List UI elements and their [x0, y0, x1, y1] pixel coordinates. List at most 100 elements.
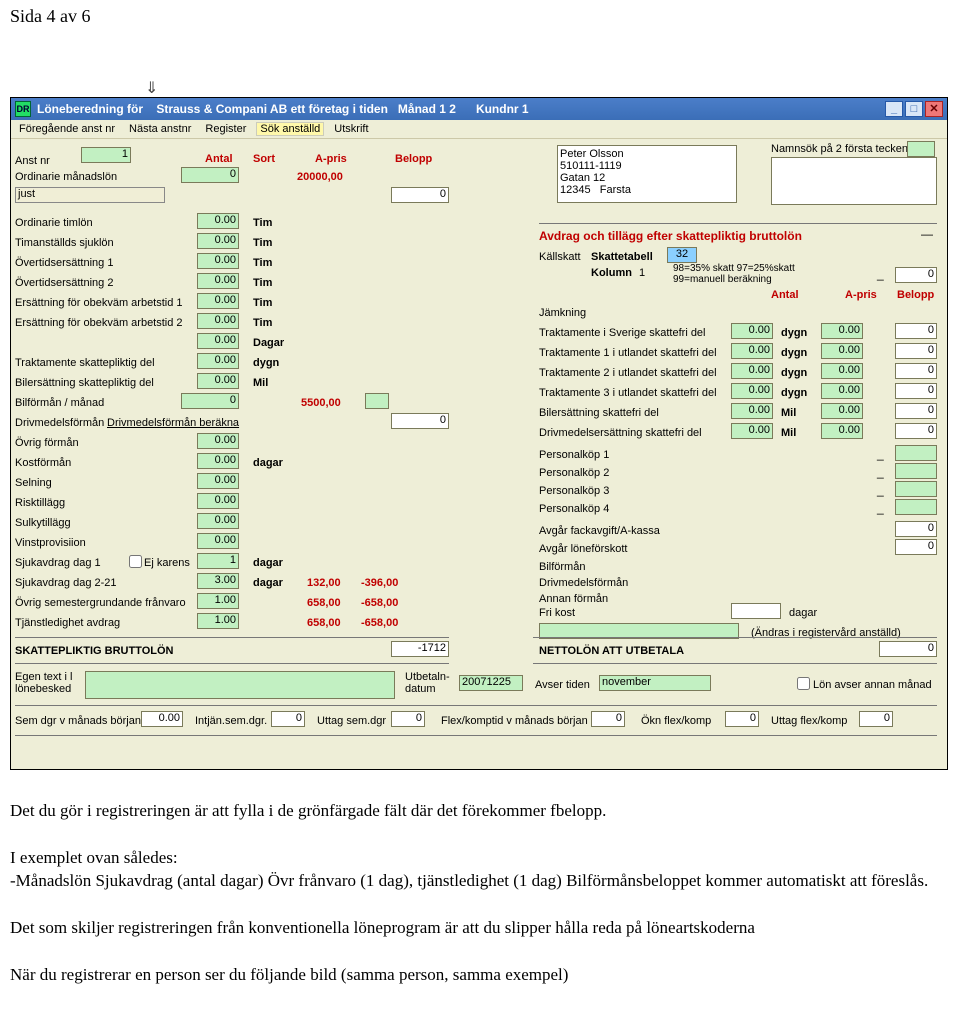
- left-row-0-sort: Tim: [253, 217, 272, 229]
- close-button[interactable]: ✕: [925, 101, 943, 117]
- left2-3-input[interactable]: 0.00: [197, 493, 239, 509]
- right-row-1-antal[interactable]: 0.00: [731, 343, 773, 359]
- uttag-sem-input[interactable]: 0: [391, 711, 425, 727]
- lon-annan-checkbox[interactable]: [797, 677, 810, 690]
- left2-3-label: Risktillägg: [15, 497, 65, 509]
- personkop-1-label: Personalköp 2: [539, 467, 609, 479]
- right-row-2-antal[interactable]: 0.00: [731, 363, 773, 379]
- right-row-4-belopp: 0: [895, 403, 937, 419]
- menu-register[interactable]: Register: [201, 122, 250, 136]
- col-apris: A-pris: [315, 153, 347, 165]
- maximize-button[interactable]: □: [905, 101, 923, 117]
- skattetabell-val[interactable]: 32: [667, 247, 697, 263]
- just-input[interactable]: just: [15, 187, 165, 203]
- left2-5-input[interactable]: 0.00: [197, 533, 239, 549]
- sjuk1-input[interactable]: 1: [197, 553, 239, 569]
- uttag-flex-label: Uttag flex/komp: [771, 715, 847, 727]
- left2-1-label: Kostförmån: [15, 457, 71, 469]
- personkop-2-label: Personalköp 3: [539, 485, 609, 497]
- left-row-3-label: Övertidsersättning 2: [15, 277, 113, 289]
- left-row-7-label: Traktamente skattepliktig del: [15, 357, 155, 369]
- tjled-apris: 658,00: [307, 617, 341, 629]
- forman-1-label: Drivmedelsförmån: [539, 577, 628, 589]
- left2-4-input[interactable]: 0.00: [197, 513, 239, 529]
- minimize-button[interactable]: _: [885, 101, 903, 117]
- left-row-0-input[interactable]: 0.00: [197, 213, 239, 229]
- para-3: Det som skiljer registreringen från konv…: [10, 917, 950, 940]
- personkop-0-label: Personalköp 1: [539, 449, 609, 461]
- brutto-val: -1712: [391, 641, 449, 657]
- right-row-5-apris[interactable]: 0.00: [821, 423, 863, 439]
- avgar-0-belopp: 0: [895, 521, 937, 537]
- intjan-input[interactable]: 0: [271, 711, 305, 727]
- okn-input[interactable]: 0: [725, 711, 759, 727]
- right-row-1-belopp: 0: [895, 343, 937, 359]
- right-row-4-apris[interactable]: 0.00: [821, 403, 863, 419]
- menu-prev-emp[interactable]: Föregående anst nr: [15, 122, 119, 136]
- sem-borjan-input[interactable]: 0.00: [141, 711, 183, 727]
- left-row-5-input[interactable]: 0.00: [197, 313, 239, 329]
- right-row-5-antal[interactable]: 0.00: [731, 423, 773, 439]
- personkop-0-input[interactable]: [895, 445, 937, 461]
- left-row-1-input[interactable]: 0.00: [197, 233, 239, 249]
- right-row-3-antal[interactable]: 0.00: [731, 383, 773, 399]
- left-row-3-input[interactable]: 0.00: [197, 273, 239, 289]
- left-row-8-input[interactable]: 0.00: [197, 373, 239, 389]
- kallskatt-belopp: 0: [895, 267, 937, 283]
- namnsok-results[interactable]: [771, 157, 937, 205]
- right-row-2-label: Traktamente 2 i utlandet skattefri del: [539, 367, 717, 379]
- skattetabell-label: Skattetabell: [591, 251, 653, 263]
- left-row-4-label: Ersättning för obekväm arbetstid 1: [15, 297, 183, 309]
- menu-search-emp[interactable]: Sök anställd: [256, 122, 324, 136]
- anst-nr-input[interactable]: 1: [81, 147, 131, 163]
- menu-next-emp[interactable]: Nästa anstnr: [125, 122, 195, 136]
- namnsok-input[interactable]: [907, 141, 935, 157]
- sjuk2-input[interactable]: 3.00: [197, 573, 239, 589]
- left-row-2-input[interactable]: 0.00: [197, 253, 239, 269]
- left-row-7-sort: dygn: [253, 357, 279, 369]
- jamkning-label: Jämkning: [539, 307, 586, 319]
- menu-print[interactable]: Utskrift: [330, 122, 372, 136]
- egen-text-input[interactable]: [85, 671, 395, 699]
- ordinarie-antal-input[interactable]: 0: [181, 167, 239, 183]
- uttag-flex-input[interactable]: 0: [859, 711, 893, 727]
- left2-0-input[interactable]: 0.00: [197, 433, 239, 449]
- left2-2-input[interactable]: 0.00: [197, 473, 239, 489]
- ovrig-sem-apris: 658,00: [307, 597, 341, 609]
- left-row-4-sort: Tim: [253, 297, 272, 309]
- ej-karens-checkbox[interactable]: [129, 555, 142, 568]
- avser-input[interactable]: november: [599, 675, 711, 691]
- ovrig-sem-label: Övrig semestergrundande frånvaro: [15, 597, 186, 609]
- drivmedel-label: Drivmedelsförmån: [15, 417, 104, 429]
- left-row-7-input[interactable]: 0.00: [197, 353, 239, 369]
- left2-1-input[interactable]: 0.00: [197, 453, 239, 469]
- right-row-4-antal[interactable]: 0.00: [731, 403, 773, 419]
- drivmedel-link[interactable]: Drivmedelsförmån beräkna: [107, 417, 239, 429]
- bilforman-input[interactable]: 0: [181, 393, 239, 409]
- personkop-1-input[interactable]: [895, 463, 937, 479]
- right-row-0-antal[interactable]: 0.00: [731, 323, 773, 339]
- right-row-2-apris[interactable]: 0.00: [821, 363, 863, 379]
- personkop-3-input[interactable]: [895, 499, 937, 515]
- left2-0-label: Övrig förmån: [15, 437, 79, 449]
- netto-label: NETTOLÖN ATT UTBETALA: [539, 645, 684, 657]
- frikost-input[interactable]: [731, 603, 781, 619]
- tjled-input[interactable]: 1.00: [197, 613, 239, 629]
- left-row-6-input[interactable]: 0.00: [197, 333, 239, 349]
- bilforman-extra[interactable]: [365, 393, 389, 409]
- avgar-0-label: Avgår fackavgift/A-kassa: [539, 525, 660, 537]
- left-row-4-input[interactable]: 0.00: [197, 293, 239, 309]
- right-row-0-apris[interactable]: 0.00: [821, 323, 863, 339]
- flex-borjan-input[interactable]: 0: [591, 711, 625, 727]
- right-row-5-belopp: 0: [895, 423, 937, 439]
- right-row-1-label: Traktamente 1 i utlandet skattefri del: [539, 347, 717, 359]
- utbet-input[interactable]: 20071225: [459, 675, 523, 691]
- right-row-1-apris[interactable]: 0.00: [821, 343, 863, 359]
- right-row-1-sort: dygn: [781, 347, 807, 359]
- left-row-1-label: Timanställds sjuklön: [15, 237, 114, 249]
- right-row-3-apris[interactable]: 0.00: [821, 383, 863, 399]
- left-row-5-label: Ersättning för obekväm arbetstid 2: [15, 317, 183, 329]
- ovrig-sem-input[interactable]: 1.00: [197, 593, 239, 609]
- uttag-sem-label: Uttag sem.dgr: [317, 715, 386, 727]
- personkop-2-input[interactable]: [895, 481, 937, 497]
